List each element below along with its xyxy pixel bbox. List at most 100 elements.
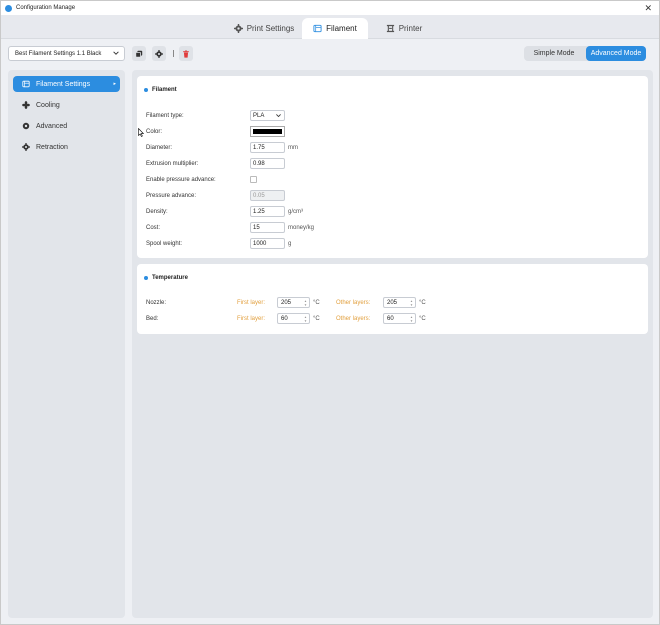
window-title: Configuration Manage: [16, 5, 76, 11]
bed-first-unit: °C: [313, 316, 320, 322]
spool-weight-label: Spool weight:: [146, 241, 183, 247]
spool-weight-unit: g: [288, 241, 292, 247]
tab-printer-label: Printer: [398, 24, 423, 33]
bed-first-layer-value: 60: [281, 315, 288, 322]
tab-filament[interactable]: Filament: [302, 18, 368, 39]
cost-input[interactable]: 15: [250, 222, 285, 233]
filament-settings-icon: [22, 80, 30, 88]
simple-mode-button[interactable]: Simple Mode: [524, 46, 584, 61]
cost-label: Cost:: [146, 225, 161, 231]
density-input[interactable]: 1.25: [250, 206, 285, 217]
spin-arrows-icon[interactable]: ▲ ▼: [304, 299, 307, 307]
spin-arrows-icon[interactable]: ▲ ▼: [410, 299, 413, 307]
gear-icon: [155, 49, 163, 58]
preset-value: Best Filament Settings 1.1 Black: [15, 50, 102, 57]
nozzle-first-layer-value: 205: [281, 299, 292, 306]
enable-pressure-advance-label: Enable pressure advance:: [146, 177, 216, 183]
bed-first-layer-input[interactable]: 60 ▲ ▼: [277, 313, 310, 324]
advanced-mode-button[interactable]: Advanced Mode: [586, 46, 646, 61]
advanced-icon: [22, 122, 30, 130]
diameter-label: Diameter:: [146, 145, 173, 151]
trash-icon: [183, 49, 189, 58]
tab-printer[interactable]: Printer: [379, 18, 429, 39]
printer-icon: [386, 24, 394, 33]
sidebar-item-filament-settings[interactable]: Filament Settings ▸: [13, 76, 120, 92]
tab-print-settings-label: Print Settings: [246, 24, 295, 33]
sidebar-item-label: Retraction: [36, 143, 68, 151]
tab-bar: Print Settings Filament Printer: [1, 15, 659, 39]
temperature-panel: Temperature Nozzle: First layer: 205 ▲ ▼ …: [137, 264, 648, 334]
sidebar-item-cooling[interactable]: Cooling: [13, 97, 120, 113]
bed-label: Bed:: [146, 316, 159, 322]
bed-other-unit: °C: [419, 316, 426, 322]
section-title-text: Filament: [152, 87, 177, 93]
temperature-section-title: Temperature: [144, 275, 188, 281]
toolbar-separator: [173, 50, 174, 57]
section-dot-icon: [144, 276, 148, 280]
nozzle-first-layer-input[interactable]: 205 ▲ ▼: [277, 297, 310, 308]
pressure-advance-input[interactable]: 0.05: [250, 190, 285, 201]
bed-other-layers-value: 60: [387, 315, 394, 322]
nozzle-other-layers-input[interactable]: 205 ▲ ▼: [383, 297, 416, 308]
nozzle-other-layers-label: Other layers:: [336, 300, 371, 306]
color-swatch: [253, 129, 282, 134]
tab-print-settings[interactable]: Print Settings: [229, 18, 299, 39]
mode-switch: Simple Mode Advanced Mode: [524, 46, 646, 61]
spool-weight-input[interactable]: 1000: [250, 238, 285, 249]
density-unit: g/cm³: [288, 209, 303, 215]
diameter-unit: mm: [288, 145, 298, 151]
sidebar-item-advanced[interactable]: Advanced: [13, 118, 120, 134]
pressure-advance-label: Pressure advance:: [146, 193, 197, 199]
spin-arrows-icon[interactable]: ▲ ▼: [304, 315, 307, 323]
preset-dropdown[interactable]: Best Filament Settings 1.1 Black: [8, 46, 125, 61]
enable-pressure-advance-checkbox[interactable]: [250, 176, 257, 183]
filament-type-label: Filament type:: [146, 113, 184, 119]
color-label: Color:: [146, 129, 163, 135]
bed-first-layer-label: First layer:: [237, 316, 266, 322]
settings-content: Filament Filament type: PLA Color: Diame…: [132, 70, 653, 618]
sidebar-item-label: Advanced: [36, 122, 68, 130]
settings-sidebar: Filament Settings ▸ Cooling Advanced Ret…: [8, 70, 125, 618]
color-picker[interactable]: [250, 126, 285, 137]
delete-preset-button[interactable]: [179, 46, 193, 61]
filament-icon: [313, 24, 322, 33]
retraction-icon: [22, 143, 30, 151]
copy-preset-button[interactable]: [132, 46, 146, 61]
close-window-button[interactable]: ✕: [644, 2, 652, 14]
bed-other-layers-label: Other layers:: [336, 316, 371, 322]
nozzle-first-unit: °C: [313, 300, 320, 306]
sidebar-item-label: Filament Settings: [36, 80, 91, 88]
filament-section-title: Filament: [144, 87, 177, 93]
section-dot-icon: [144, 88, 148, 92]
filament-type-select[interactable]: PLA: [250, 110, 285, 121]
sidebar-item-label: Cooling: [36, 101, 60, 109]
section-title-text: Temperature: [152, 275, 188, 281]
gear-icon: [233, 24, 243, 33]
extrusion-multiplier-input[interactable]: 0.98: [250, 158, 285, 169]
nozzle-other-layers-value: 205: [387, 299, 398, 306]
filament-type-value: PLA: [253, 112, 265, 119]
chevron-down-icon: [113, 51, 119, 55]
title-bar: Configuration Manage ✕: [1, 1, 659, 15]
cost-unit: money/kg: [288, 225, 315, 231]
sidebar-item-retraction[interactable]: Retraction: [13, 139, 120, 155]
fan-icon: [22, 101, 30, 109]
extrusion-multiplier-label: Extrusion multiplier:: [146, 161, 199, 167]
tab-filament-label: Filament: [326, 24, 357, 33]
preset-settings-button[interactable]: [152, 46, 166, 61]
mouse-cursor-icon: [138, 128, 144, 137]
app-icon: [5, 4, 12, 12]
spin-arrows-icon[interactable]: ▲ ▼: [410, 315, 413, 323]
nozzle-first-layer-label: First layer:: [237, 300, 266, 306]
filament-panel: Filament Filament type: PLA Color: Diame…: [137, 76, 648, 258]
copy-icon: [135, 50, 143, 58]
nozzle-other-unit: °C: [419, 300, 426, 306]
nozzle-label: Nozzle:: [146, 300, 167, 306]
diameter-input[interactable]: 1.75: [250, 142, 285, 153]
config-window: Configuration Manage ✕ Print Settings Fi…: [0, 0, 660, 625]
toolbar: Best Filament Settings 1.1 Black Simple …: [1, 40, 659, 68]
chevron-right-icon: ▸: [113, 81, 116, 87]
bed-other-layers-input[interactable]: 60 ▲ ▼: [383, 313, 416, 324]
density-label: Density:: [146, 209, 168, 215]
chevron-down-icon: [276, 114, 281, 118]
